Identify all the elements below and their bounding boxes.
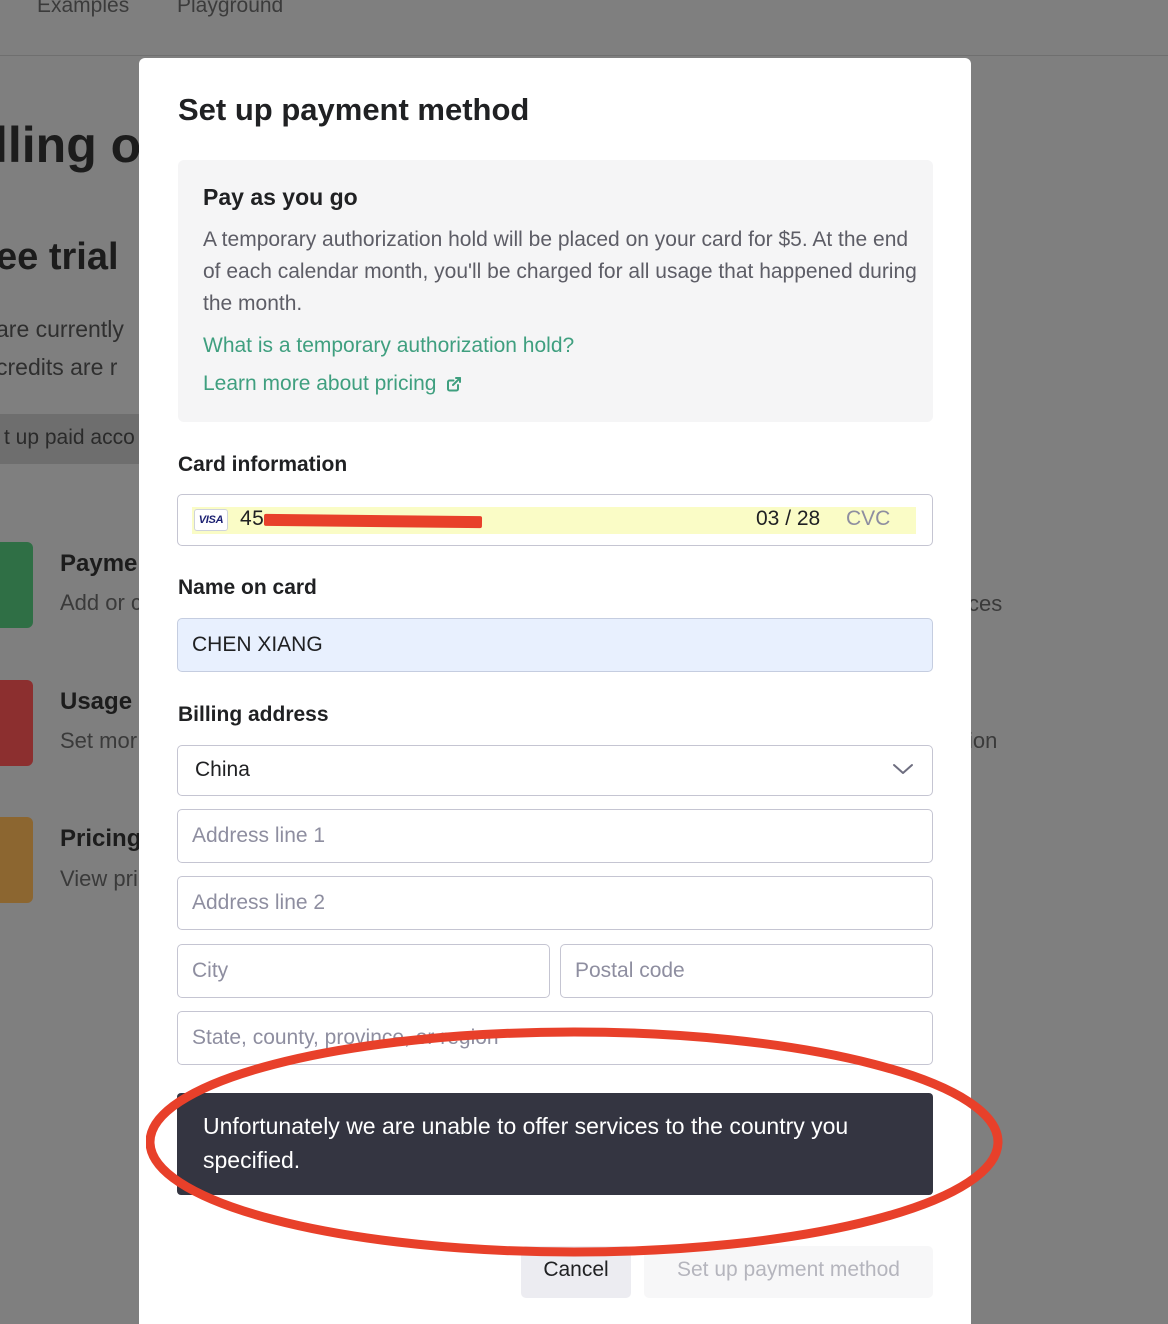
card-cvc-placeholder[interactable]: CVC — [846, 507, 890, 531]
billing-address-label: Billing address — [178, 703, 329, 726]
payment-methods-right-text: ces — [968, 591, 1003, 616]
country-select-value: China — [195, 758, 250, 781]
page-title: lling o — [0, 117, 142, 173]
payment-methods-icon — [0, 542, 33, 628]
section-title: ee trial — [0, 236, 119, 278]
authorization-hold-link[interactable]: What is a temporary authorization hold? — [203, 334, 574, 358]
pricing-desc: View pri — [60, 866, 138, 891]
pay-as-you-go-heading: Pay as you go — [203, 184, 358, 210]
postal-code-input[interactable] — [560, 944, 933, 998]
address-line2-input[interactable] — [177, 876, 933, 930]
card-expiry-value[interactable]: 03 / 28 — [756, 507, 820, 531]
visa-card-icon: VISA — [194, 509, 228, 531]
address-line1-input[interactable] — [177, 809, 933, 863]
pricing-icon — [0, 817, 33, 903]
nav-examples[interactable]: Examples — [37, 0, 129, 18]
usage-limits-title[interactable]: Usage — [60, 688, 132, 716]
pay-as-you-go-description: A temporary authorization hold will be p… — [203, 228, 917, 315]
name-on-card-input[interactable] — [177, 618, 933, 672]
top-nav: Examples Playground — [0, 0, 1168, 56]
usage-limits-icon — [0, 680, 33, 766]
payment-methods-desc: Add or c — [60, 590, 142, 615]
usage-limits-right-text: ion — [968, 728, 998, 753]
city-input[interactable] — [177, 944, 550, 998]
pay-as-you-go-box: Pay as you go A temporary authorization … — [178, 160, 933, 422]
modal-title: Set up payment method — [178, 92, 530, 127]
card-number-value[interactable]: 45 — [240, 507, 264, 531]
pricing-link[interactable]: Learn more about pricing — [203, 372, 462, 396]
nav-playground[interactable]: Playground — [177, 0, 283, 18]
payment-methods-title[interactable]: Payme — [60, 550, 137, 578]
card-information-label: Card information — [178, 453, 348, 476]
setup-paid-account-button[interactable]: t up paid acco — [0, 414, 147, 464]
annotation-ellipse — [146, 1027, 1003, 1257]
redaction-mark — [263, 513, 483, 529]
country-select[interactable]: China — [177, 745, 933, 796]
trial-description-line1: are currently — [0, 316, 124, 342]
pricing-link-label: Learn more about pricing — [203, 372, 437, 395]
usage-limits-desc: Set mor — [60, 728, 138, 753]
name-on-card-label: Name on card — [178, 576, 317, 599]
chevron-down-icon — [892, 762, 914, 781]
card-information-field[interactable]: VISA 45 03 / 28 CVC — [177, 494, 933, 546]
external-link-icon — [446, 376, 462, 392]
pricing-title[interactable]: Pricing — [60, 825, 141, 853]
trial-description-line2: credits are r — [0, 354, 118, 380]
